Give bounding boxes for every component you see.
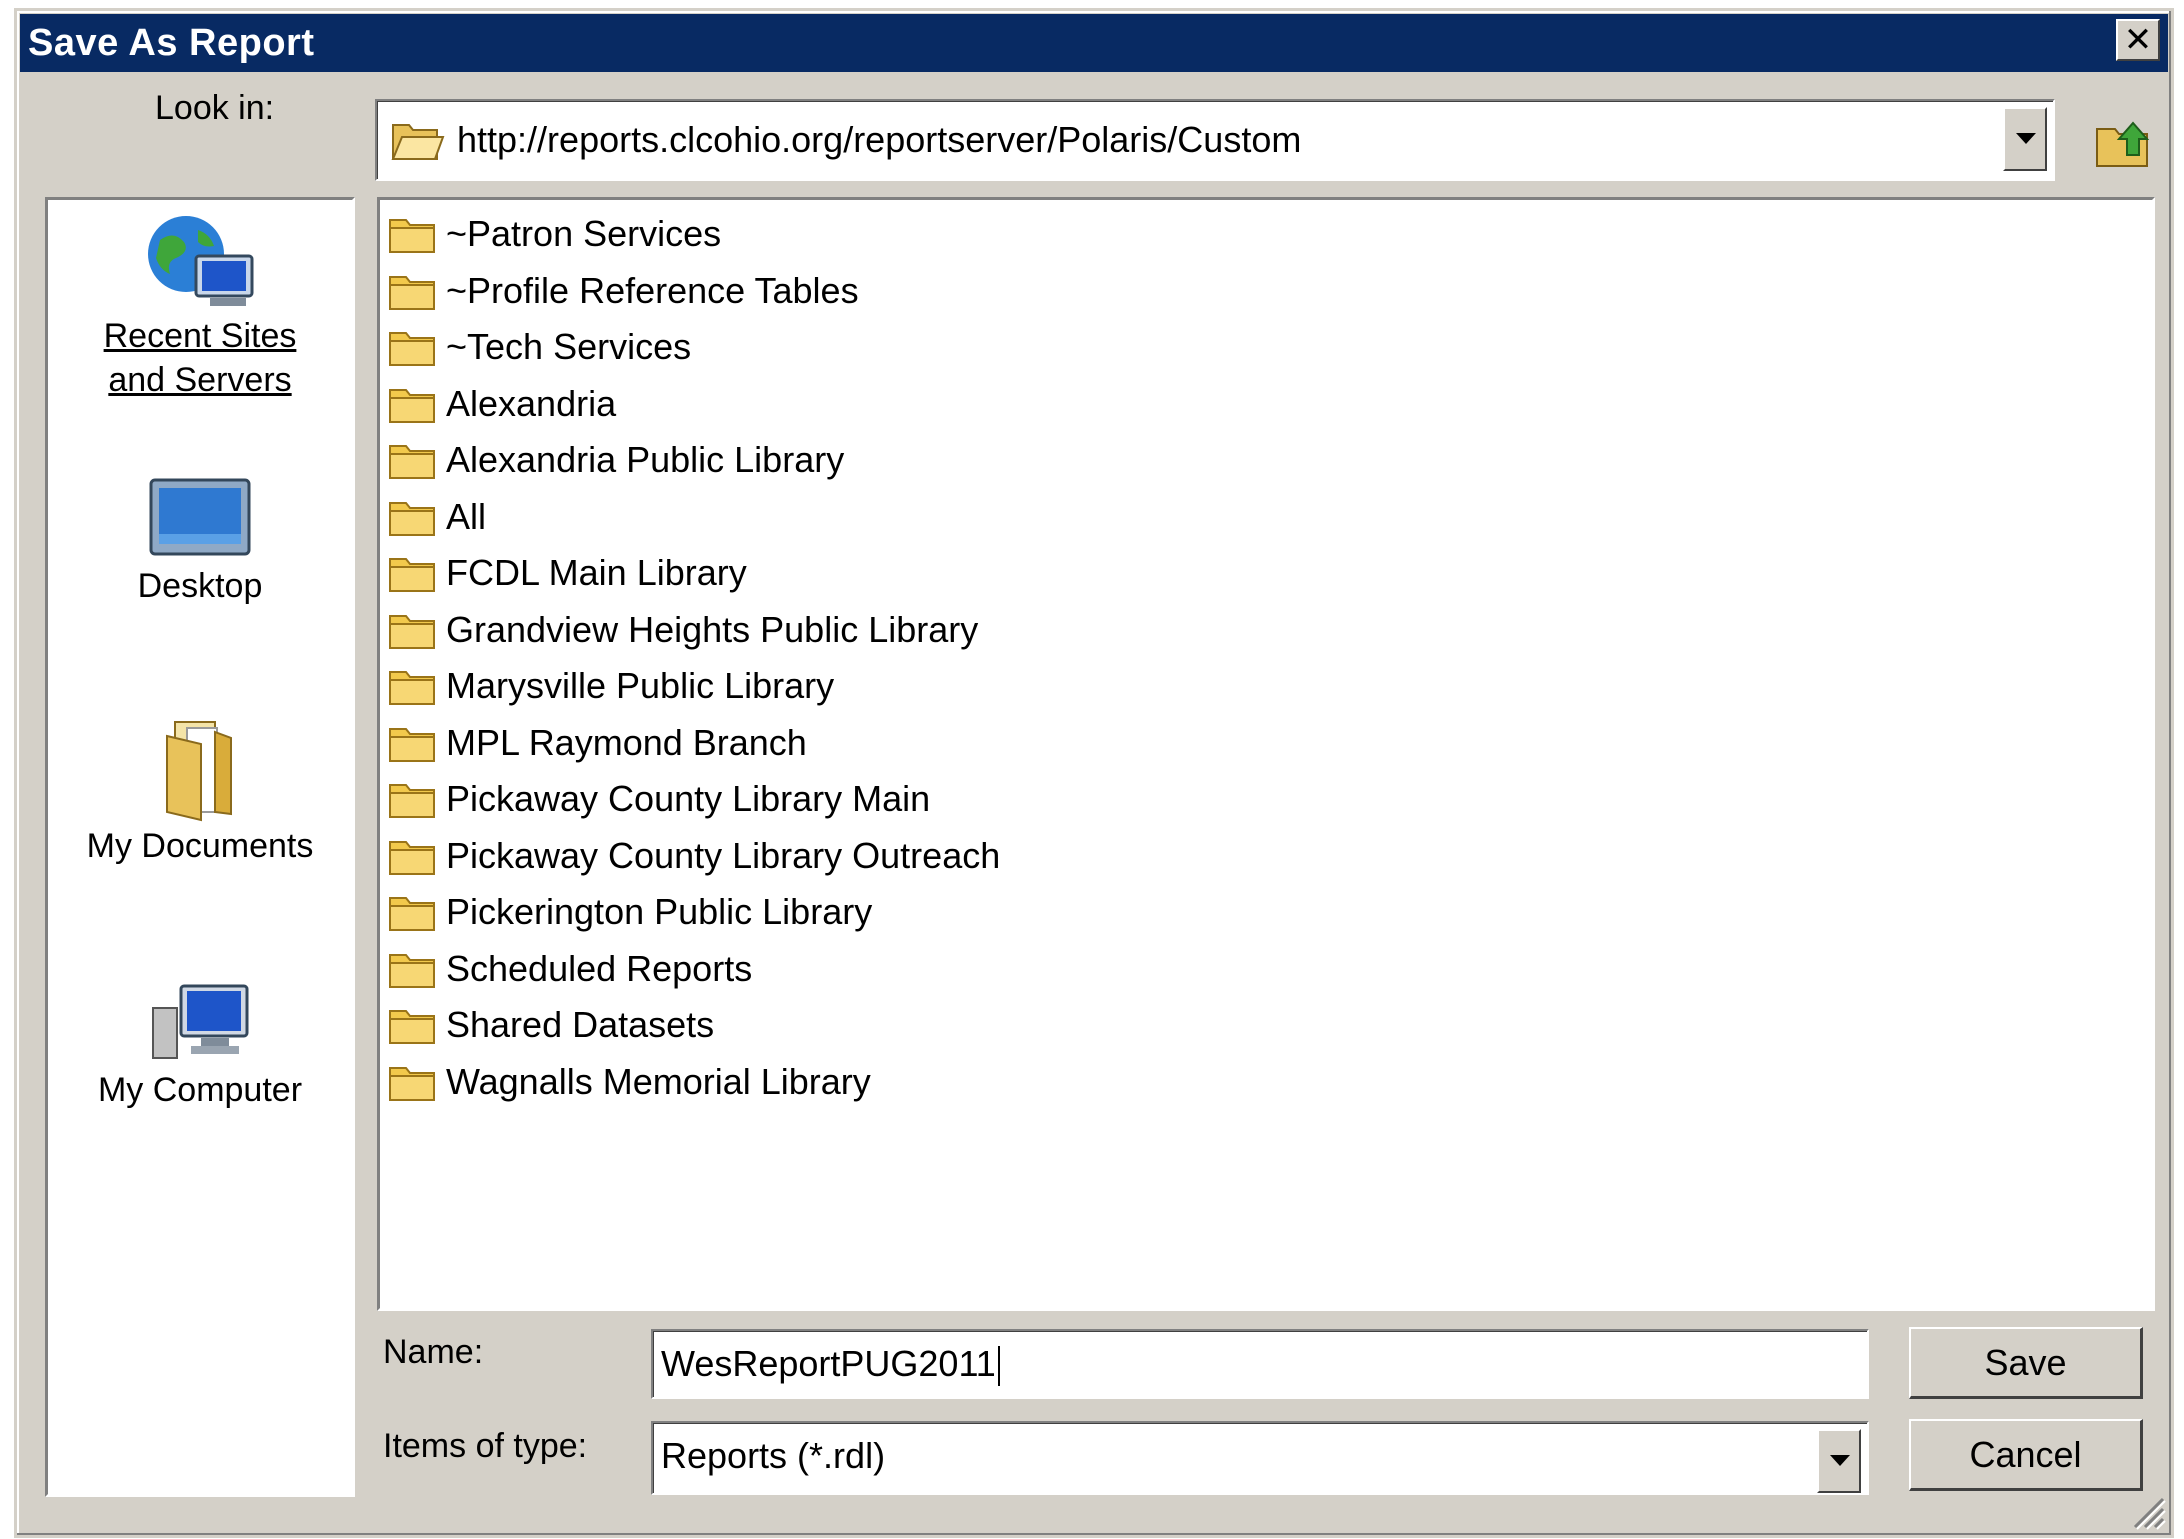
file-list-item[interactable]: Grandview Heights Public Library — [388, 604, 978, 656]
file-list-item[interactable]: Wagnalls Memorial Library — [388, 1056, 871, 1108]
file-list-item[interactable]: Alexandria Public Library — [388, 434, 844, 486]
folder-icon — [389, 219, 435, 253]
folder-icon — [389, 897, 435, 931]
name-label: Name: — [383, 1333, 484, 1371]
file-list-item[interactable]: ~Patron Services — [388, 208, 721, 260]
look-in-label: Look in: — [155, 89, 275, 127]
file-list[interactable]: ~Patron Services ~Profile Reference Table… — [377, 197, 2155, 1311]
file-list-item-label: Marysville Public Library — [446, 665, 835, 706]
open-folder-icon — [391, 124, 445, 160]
file-list-item-label: Shared Datasets — [446, 1004, 715, 1045]
up-one-level-button[interactable] — [2093, 115, 2153, 169]
file-list-item-label: Pickerington Public Library — [446, 891, 873, 932]
file-list-item[interactable]: ~Tech Services — [388, 321, 691, 373]
look-in-combobox[interactable]: http://reports.clcohio.org/reportserver/… — [375, 99, 2055, 181]
file-list-item-label: Pickaway County Library Main — [446, 778, 931, 819]
look-in-path: http://reports.clcohio.org/reportserver/… — [457, 119, 1302, 160]
items-of-type-value: Reports (*.rdl) — [661, 1435, 886, 1476]
folder-icon — [389, 445, 435, 479]
globe-computer-icon — [148, 216, 254, 306]
folder-icon — [389, 727, 435, 762]
folder-icon — [389, 501, 435, 536]
items-of-type-dropdown-button[interactable] — [1817, 1429, 1861, 1493]
file-list-item-label: Alexandria — [446, 382, 617, 424]
file-list-item[interactable]: Scheduled Reports — [388, 943, 752, 995]
up-folder-icon — [2096, 121, 2150, 167]
file-list-item[interactable]: Pickaway County Library Main — [388, 773, 930, 825]
file-list-item-label: Alexandria Public Library — [446, 439, 845, 480]
resize-grip-icon[interactable] — [2127, 1491, 2167, 1531]
file-list-item[interactable]: FCDL Main Library — [388, 547, 747, 599]
folder-icon — [389, 784, 435, 818]
cancel-button[interactable]: Cancel — [1909, 1419, 2143, 1491]
folder-icon — [389, 1010, 435, 1044]
file-list-item[interactable]: ~Profile Reference Tables — [388, 265, 859, 317]
file-list-item[interactable]: Pickaway County Library Outreach — [388, 830, 1000, 882]
file-list-item-label: Pickaway County Library Outreach — [446, 834, 1001, 876]
close-button[interactable]: ✕ — [2116, 19, 2160, 61]
text-caret — [997, 1346, 1000, 1387]
place-label-recent-sites-1: Recent Sites — [103, 317, 297, 355]
file-list-item[interactable]: Shared Datasets — [388, 999, 714, 1051]
name-input[interactable]: WesReportPUG2011 — [651, 1329, 1869, 1399]
folder-icon — [389, 1066, 435, 1101]
folder-icon — [389, 388, 435, 423]
place-my-computer[interactable]: My Computer — [48, 978, 352, 1112]
place-recent-sites[interactable]: Recent Sites and Servers — [48, 210, 352, 402]
file-list-item-label: ~Tech Services — [446, 326, 692, 367]
folder-icon — [389, 558, 435, 592]
folder-icon — [389, 671, 435, 705]
place-label-my-documents: My Documents — [86, 827, 314, 865]
place-my-documents[interactable]: My Documents — [48, 714, 352, 868]
close-icon: ✕ — [2123, 21, 2153, 59]
file-list-item[interactable]: MPL Raymond Branch — [388, 717, 807, 769]
folder-icon — [389, 840, 435, 875]
folder-icon — [389, 275, 435, 310]
folder-icon — [389, 614, 435, 649]
window-title: Save As Report — [28, 22, 315, 64]
file-list-item-label: Wagnalls Memorial Library — [446, 1060, 871, 1102]
file-list-item-label: MPL Raymond Branch — [446, 721, 807, 763]
title-bar[interactable]: Save As Report ✕ — [20, 14, 2168, 72]
file-list-item[interactable]: Pickerington Public Library — [388, 886, 872, 938]
desktop-icon — [149, 478, 251, 556]
file-list-item-label: All — [446, 495, 487, 537]
file-list-item-label: ~Profile Reference Tables — [446, 269, 859, 311]
computer-icon — [152, 984, 249, 1059]
places-bar: Recent Sites and Servers Desktop My Docu… — [45, 197, 355, 1497]
items-of-type-label: Items of type: — [383, 1427, 588, 1465]
place-label-my-computer: My Computer — [97, 1071, 303, 1109]
file-list-item-label: Scheduled Reports — [446, 947, 753, 989]
place-desktop[interactable]: Desktop — [48, 474, 352, 608]
save-as-report-dialog: Save As Report ✕ Look in: http://reports… — [14, 8, 2174, 1538]
folder-documents-icon — [166, 721, 232, 822]
file-list-item-label: FCDL Main Library — [446, 552, 747, 593]
save-button[interactable]: Save — [1909, 1327, 2143, 1399]
name-input-value: WesReportPUG2011 — [661, 1343, 1000, 1387]
folder-icon — [389, 332, 435, 366]
file-list-item-label: ~Patron Services — [446, 213, 722, 254]
file-list-item[interactable]: All — [388, 491, 486, 543]
file-list-item-label: Grandview Heights Public Library — [446, 608, 979, 650]
items-of-type-select[interactable]: Reports (*.rdl) — [651, 1421, 1869, 1495]
look-in-dropdown-button[interactable] — [2003, 107, 2047, 171]
file-list-item[interactable]: Marysville Public Library — [388, 660, 834, 712]
place-label-recent-sites-2: and Servers — [108, 361, 292, 399]
file-list-item[interactable]: Alexandria — [388, 378, 616, 430]
place-label-desktop: Desktop — [137, 567, 263, 605]
folder-icon — [389, 953, 435, 988]
